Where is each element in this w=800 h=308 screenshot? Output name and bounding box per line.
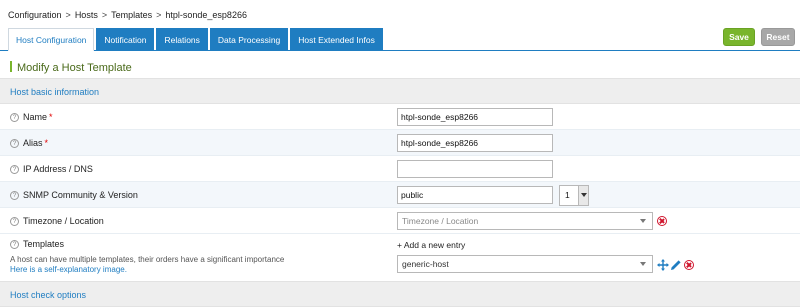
form-row-snmp: ? SNMP Community & Version 1	[0, 182, 800, 208]
required-marker: *	[49, 112, 53, 122]
template-selected-value: generic-host	[402, 259, 449, 269]
tab-relations[interactable]: Relations	[156, 28, 208, 50]
form-row-name: ? Name *	[0, 104, 800, 130]
templates-help-note: A host can have multiple templates, thei…	[10, 255, 285, 264]
field-label-timezone: ? Timezone / Location	[10, 216, 104, 226]
move-icon[interactable]	[657, 259, 669, 271]
breadcrumb-item-hosts[interactable]: Hosts	[75, 10, 98, 20]
help-icon[interactable]: ?	[10, 216, 19, 226]
timezone-placeholder: Timezone / Location	[402, 216, 479, 226]
remove-icon[interactable]	[657, 216, 667, 226]
section-title-basic: Host basic information	[10, 87, 100, 97]
snmp-version-value: 1	[565, 190, 570, 200]
chevron-down-icon	[640, 262, 646, 266]
field-label-snmp: ? SNMP Community & Version	[10, 190, 138, 200]
tab-host-configuration[interactable]: Host Configuration	[8, 28, 95, 51]
tab-bar-underline	[0, 50, 800, 51]
form-row-ip: ? IP Address / DNS	[0, 156, 800, 182]
template-select[interactable]: generic-host	[397, 255, 653, 273]
breadcrumb-item-current[interactable]: htpl-sonde_esp8266	[165, 10, 247, 20]
title-accent-bar	[10, 61, 12, 72]
add-entry-link[interactable]: + Add a new entry	[397, 240, 465, 250]
breadcrumb-item-configuration[interactable]: Configuration	[8, 10, 62, 20]
help-icon[interactable]: ?	[10, 239, 19, 249]
tab-notification[interactable]: Notification	[96, 28, 155, 50]
help-icon[interactable]: ?	[10, 190, 19, 200]
section-title-check: Host check options	[10, 290, 87, 300]
label-text: Timezone / Location	[23, 216, 104, 226]
chevron-down-icon[interactable]	[578, 186, 588, 205]
timezone-select[interactable]: Timezone / Location	[397, 212, 653, 230]
form-row-timezone: ? Timezone / Location Timezone / Locatio…	[0, 208, 800, 234]
snmp-version-select[interactable]: 1	[559, 185, 589, 206]
reset-button[interactable]: Reset	[761, 28, 795, 46]
help-icon[interactable]: ?	[10, 164, 19, 174]
label-text: Alias	[23, 138, 43, 148]
label-text: SNMP Community & Version	[23, 190, 138, 200]
tab-data-processing[interactable]: Data Processing	[209, 28, 289, 50]
breadcrumb-separator: >	[65, 10, 71, 20]
breadcrumb-item-templates[interactable]: Templates	[111, 10, 152, 20]
section-header-basic: Host basic information	[0, 78, 800, 104]
form-row-alias: ? Alias *	[0, 130, 800, 156]
alias-input[interactable]	[397, 134, 553, 152]
field-label-ip: ? IP Address / DNS	[10, 164, 93, 174]
section-header-check: Host check options	[0, 281, 800, 307]
ip-address-input[interactable]	[397, 160, 553, 178]
snmp-community-input[interactable]	[397, 186, 553, 204]
label-text: IP Address / DNS	[23, 164, 93, 174]
label-text: Name	[23, 112, 48, 122]
help-icon[interactable]: ?	[10, 138, 19, 148]
chevron-down-icon	[640, 219, 646, 223]
page-title-text: Modify a Host Template	[17, 62, 132, 74]
page-title: Modify a Host Template	[10, 61, 132, 74]
label-text: Templates	[23, 239, 65, 249]
required-marker: *	[44, 138, 49, 148]
field-label-templates: ? Templates	[10, 239, 64, 249]
tab-host-extended-infos[interactable]: Host Extended Infos	[290, 28, 383, 50]
breadcrumb: Configuration > Hosts > Templates > htpl-sonde…	[8, 10, 247, 20]
field-label-alias: ? Alias *	[10, 138, 48, 148]
breadcrumb-separator: >	[156, 10, 162, 20]
name-input[interactable]	[397, 108, 553, 126]
breadcrumb-separator: >	[101, 10, 108, 20]
tab-bar: Host Configuration Notification Relation…	[8, 28, 385, 51]
help-icon[interactable]: ?	[10, 112, 19, 122]
save-button[interactable]: Save	[723, 28, 755, 46]
field-label-name: ? Name *	[10, 112, 53, 122]
self-explanatory-image-link[interactable]: Here is a self-explanatory image.	[10, 265, 127, 274]
remove-icon[interactable]	[684, 260, 694, 270]
edit-icon[interactable]	[670, 259, 682, 271]
